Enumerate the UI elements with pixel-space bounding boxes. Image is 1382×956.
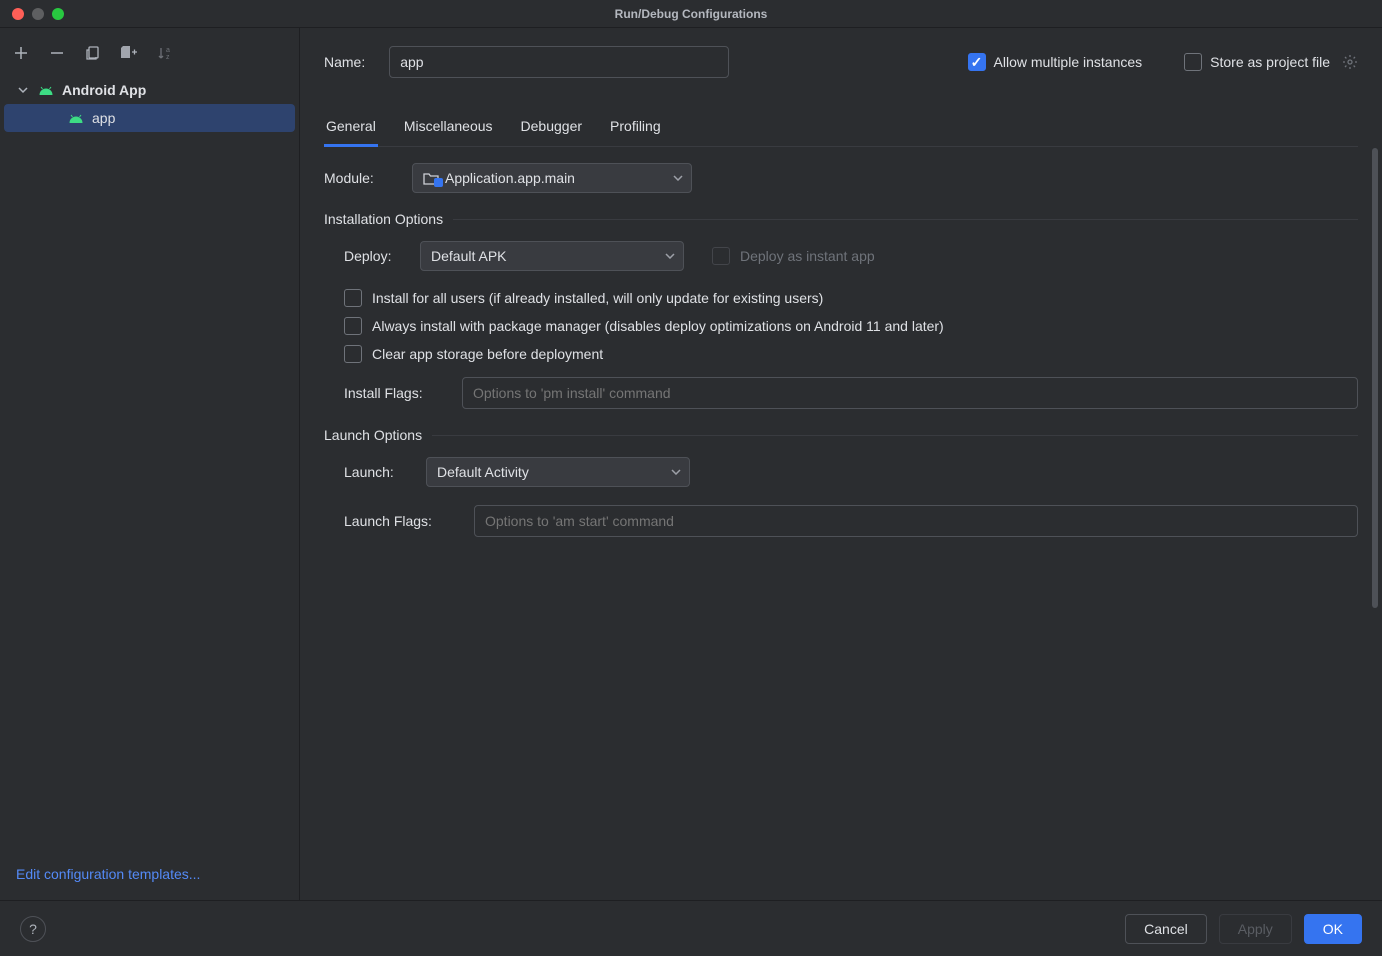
save-template-icon[interactable] [120,44,138,62]
launch-flags-row: Launch Flags: [344,505,1358,537]
name-row: Name: ✓ Allow multiple instances Store a… [324,46,1358,78]
content-pane: Name: ✓ Allow multiple instances Store a… [300,28,1382,900]
sidebar-footer: Edit configuration templates... [0,854,299,900]
tabs: General Miscellaneous Debugger Profiling [324,112,1358,147]
launch-value: Default Activity [437,464,529,480]
store-project-label: Store as project file [1210,54,1330,70]
install-flags-input[interactable] [462,377,1358,409]
allow-multiple-checkbox[interactable]: ✓ Allow multiple instances [968,53,1143,71]
checkbox-icon [344,317,362,335]
checkbox-icon [1184,53,1202,71]
add-icon[interactable] [12,44,30,62]
launch-row: Launch: Default Activity [344,457,1358,487]
launch-flags-input[interactable] [474,505,1358,537]
remove-icon[interactable] [48,44,66,62]
titlebar: Run/Debug Configurations [0,0,1382,28]
gear-icon[interactable] [1342,54,1358,70]
install-flags-label: Install Flags: [344,385,448,401]
install-all-users-checkbox[interactable]: Install for all users (if already instal… [344,289,1358,307]
module-label: Module: [324,170,398,186]
zoom-window-icon[interactable] [52,8,64,20]
config-tree: Android App app [0,76,299,854]
launch-flags-label: Launch Flags: [344,513,460,529]
sort-icon[interactable]: az [156,44,174,62]
minimize-window-icon [32,8,44,20]
tab-general[interactable]: General [324,112,378,147]
tab-debugger[interactable]: Debugger [519,112,585,146]
window-title: Run/Debug Configurations [615,7,768,21]
android-icon [68,113,84,123]
launch-options-section: Launch Options [324,427,1358,443]
allow-multiple-label: Allow multiple instances [994,54,1143,70]
chevron-down-icon [673,175,683,181]
module-select[interactable]: Application.app.main [412,163,692,193]
deploy-select[interactable]: Default APK [420,241,684,271]
deploy-label: Deploy: [344,248,406,264]
checkbox-disabled-icon [712,247,730,265]
scrollbar[interactable] [1372,148,1378,608]
name-input[interactable] [389,46,729,78]
launch-label: Launch: [344,464,412,480]
checkbox-icon [344,345,362,363]
chevron-down-icon [665,253,675,259]
ok-button[interactable]: OK [1304,914,1362,944]
launch-options-body: Launch: Default Activity Launch Flags: [324,457,1358,537]
cancel-button[interactable]: Cancel [1125,914,1207,944]
checkbox-checked-icon: ✓ [968,53,986,71]
apply-button: Apply [1219,914,1292,944]
install-all-users-label: Install for all users (if already instal… [372,290,823,306]
svg-text:a: a [166,47,170,54]
deploy-instant-label: Deploy as instant app [740,248,875,264]
help-icon[interactable]: ? [20,916,46,942]
always-pkg-mgr-label: Always install with package manager (dis… [372,318,944,334]
copy-icon[interactable] [84,44,102,62]
main-area: az Android App app Edit configuratio [0,28,1382,900]
tree-category-android-app[interactable]: Android App [4,76,295,104]
window-controls [0,8,64,20]
always-pkg-mgr-checkbox[interactable]: Always install with package manager (dis… [344,317,1358,335]
folder-module-icon [423,172,439,185]
deploy-instant-checkbox: Deploy as instant app [712,247,875,265]
name-label: Name: [324,54,365,70]
tree-item-label: app [92,110,115,126]
deploy-row: Deploy: Default APK Deploy as instant ap… [344,241,1358,271]
bottom-bar: ? Cancel Apply OK [0,900,1382,956]
tree-category-label: Android App [62,82,146,98]
tree-item-app[interactable]: app [4,104,295,132]
tab-miscellaneous[interactable]: Miscellaneous [402,112,495,146]
installation-options-body: Deploy: Default APK Deploy as instant ap… [324,241,1358,409]
clear-storage-label: Clear app storage before deployment [372,346,603,362]
chevron-down-icon [671,469,681,475]
deploy-value: Default APK [431,248,507,264]
android-icon [38,85,54,95]
tab-profiling[interactable]: Profiling [608,112,663,146]
launch-select[interactable]: Default Activity [426,457,690,487]
svg-text:z: z [166,54,170,61]
checkbox-icon [344,289,362,307]
installation-options-section: Installation Options [324,211,1358,227]
sidebar: az Android App app Edit configuratio [0,28,300,900]
module-row: Module: Application.app.main [324,163,1358,193]
close-window-icon[interactable] [12,8,24,20]
module-value: Application.app.main [445,170,575,186]
general-tab-body: Module: Application.app.main Installatio… [324,147,1358,555]
dialog-buttons: Cancel Apply OK [1125,914,1362,944]
clear-storage-checkbox[interactable]: Clear app storage before deployment [344,345,1358,363]
chevron-down-icon [18,85,30,95]
store-project-checkbox[interactable]: Store as project file [1184,53,1358,71]
sidebar-toolbar: az [0,36,299,76]
edit-templates-link[interactable]: Edit configuration templates... [16,866,200,882]
install-flags-row: Install Flags: [344,377,1358,409]
